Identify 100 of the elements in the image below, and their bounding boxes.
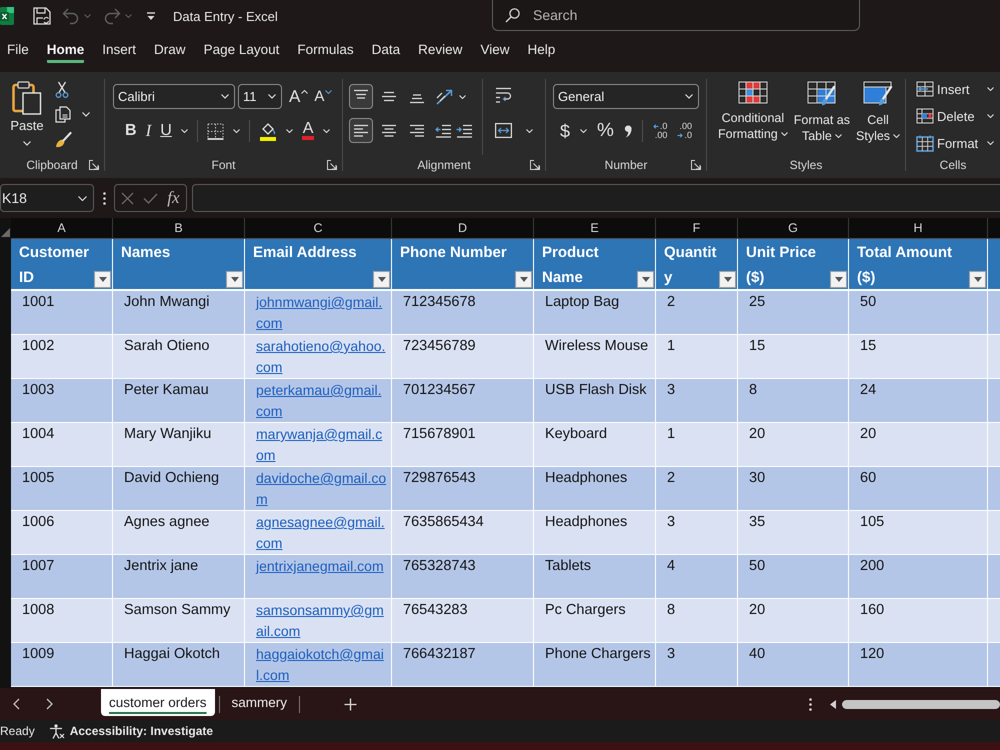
table-brush-icon bbox=[806, 81, 837, 107]
chevron-right-icon[interactable] bbox=[46, 698, 53, 710]
bar-caret-icon[interactable] bbox=[146, 12, 156, 20]
ribbon-tab[interactable]: Home bbox=[46, 39, 84, 63]
conditional-formatting-button[interactable]: Conditional Formatting bbox=[717, 77, 789, 142]
grid-arrow-icon bbox=[916, 81, 934, 97]
corner-arrow-icon[interactable] bbox=[89, 160, 99, 170]
scrollbar-thumb[interactable] bbox=[842, 700, 1000, 708]
decrease-indent-icon[interactable] bbox=[435, 124, 452, 138]
filter-dropdown-button[interactable] bbox=[94, 271, 111, 288]
shrink-font-button[interactable]: A bbox=[314, 88, 332, 106]
font-color-button[interactable]: A bbox=[302, 122, 314, 140]
italic-button[interactable]: I bbox=[146, 122, 152, 140]
corner-arrow-icon[interactable] bbox=[327, 160, 337, 170]
text-lines-icon bbox=[381, 124, 397, 138]
currency-button[interactable]: $ bbox=[560, 122, 570, 140]
vertical-dots-icon[interactable] bbox=[103, 192, 106, 204]
column-header[interactable]: A bbox=[11, 218, 113, 238]
column-title: Customer ID bbox=[19, 243, 90, 288]
caret-icon bbox=[78, 196, 87, 200]
format-as-table-button[interactable]: Format as Table bbox=[792, 77, 852, 144]
column-title: Unit Price ($) bbox=[746, 243, 818, 288]
increase-indent-icon[interactable] bbox=[456, 124, 473, 138]
ribbon-tab[interactable]: File bbox=[7, 39, 29, 63]
filter-dropdown-button[interactable] bbox=[830, 271, 847, 288]
filter-dropdown-button[interactable] bbox=[637, 271, 654, 288]
border-grid-icon[interactable] bbox=[206, 122, 224, 140]
ribbon-tab[interactable]: Data bbox=[372, 39, 400, 63]
ribbon-tab[interactable]: Help bbox=[527, 39, 556, 63]
delete-cells-button[interactable]: Delete bbox=[916, 107, 994, 125]
paint-bucket-icon[interactable] bbox=[258, 121, 277, 141]
font-size-dropdown[interactable]: 11 bbox=[238, 84, 282, 109]
font-name-dropdown[interactable]: Calibri bbox=[113, 84, 235, 109]
corner-arrow-icon[interactable] bbox=[691, 160, 701, 170]
column-title: Phone Number bbox=[400, 243, 508, 263]
filter-dropdown-button[interactable] bbox=[969, 271, 986, 288]
corner-arrow-icon[interactable] bbox=[530, 160, 540, 170]
paintbrush-icon[interactable] bbox=[55, 131, 72, 148]
email-link[interactable]: haggaiokotch@gmail.com bbox=[256, 644, 387, 686]
scissors-icon[interactable] bbox=[55, 81, 69, 98]
filter-dropdown-button[interactable] bbox=[373, 271, 390, 288]
copy-icon[interactable] bbox=[55, 106, 71, 123]
insert-function-button[interactable]: fx bbox=[167, 189, 180, 207]
dropdown-triangle-icon bbox=[230, 277, 238, 282]
cell-styles-button[interactable]: Cell Styles bbox=[855, 77, 902, 144]
filter-dropdown-button[interactable] bbox=[515, 271, 532, 288]
bold-button[interactable]: B bbox=[125, 122, 137, 140]
insert-cells-button[interactable]: Insert bbox=[916, 80, 994, 98]
column-header[interactable]: E bbox=[534, 218, 656, 238]
column-header[interactable]: C bbox=[245, 218, 392, 238]
accessibility-status[interactable]: Accessibility: Investigate bbox=[70, 724, 214, 738]
comma-icon[interactable] bbox=[624, 124, 632, 138]
group-label: Cells bbox=[940, 158, 966, 172]
decrease-decimal-button[interactable]: .00 .0 bbox=[677, 122, 692, 140]
text-lines-icon bbox=[381, 89, 397, 104]
wrap-text-icon[interactable] bbox=[495, 87, 512, 104]
filter-dropdown-button[interactable] bbox=[226, 271, 243, 288]
caret-icon bbox=[834, 134, 842, 138]
chevron-left-icon[interactable] bbox=[13, 698, 20, 710]
dropdown-triangle-icon bbox=[378, 277, 386, 282]
ribbon-tab[interactable]: Formulas bbox=[297, 39, 354, 63]
ribbon-tab[interactable]: Draw bbox=[154, 39, 186, 63]
save-icon[interactable] bbox=[33, 7, 51, 25]
ribbon-tab[interactable]: Page Layout bbox=[204, 39, 280, 63]
increase-decimal-button[interactable]: .0 .00 bbox=[652, 122, 668, 140]
top-align-button[interactable] bbox=[349, 84, 373, 109]
name-box[interactable]: K18 bbox=[0, 184, 94, 212]
caret-icon bbox=[987, 141, 994, 145]
column-header[interactable]: B bbox=[113, 218, 245, 238]
accessibility-person-icon[interactable] bbox=[48, 724, 65, 738]
formula-input-field[interactable] bbox=[192, 184, 1000, 212]
percent-button[interactable]: % bbox=[597, 122, 614, 140]
column-header[interactable]: F bbox=[656, 218, 738, 238]
ribbon-tab[interactable]: View bbox=[480, 39, 510, 63]
sheet-tab[interactable]: customer orders bbox=[101, 689, 215, 716]
triangle-left-icon[interactable] bbox=[830, 700, 836, 708]
paste-button[interactable]: Paste bbox=[10, 77, 44, 155]
grow-font-button[interactable]: A bbox=[289, 88, 308, 106]
vertical-dots-icon[interactable] bbox=[809, 698, 812, 710]
ribbon-tab[interactable]: Review bbox=[418, 39, 462, 63]
plus-icon[interactable] bbox=[344, 698, 358, 710]
align-left-button[interactable] bbox=[349, 118, 373, 143]
sheet-tab[interactable]: sammery bbox=[224, 689, 296, 716]
select-all-icon[interactable] bbox=[1, 228, 10, 237]
format-cells-button[interactable]: Format bbox=[916, 134, 994, 152]
search-field[interactable]: Search bbox=[492, 0, 860, 31]
caret-icon bbox=[325, 90, 332, 94]
filter-dropdown-button[interactable] bbox=[719, 271, 736, 288]
column-header[interactable]: G bbox=[738, 218, 849, 238]
underline-button[interactable]: U bbox=[160, 122, 172, 140]
clipboard-icon bbox=[12, 81, 42, 115]
email-link[interactable]: jentrixjanegmail.com bbox=[256, 556, 387, 577]
diagonal-arrow-icon[interactable] bbox=[435, 88, 455, 106]
column-header[interactable]: H bbox=[849, 218, 988, 238]
ribbon-tab[interactable]: Insert bbox=[102, 39, 136, 63]
number-format-dropdown[interactable]: General bbox=[553, 84, 699, 109]
cell-brush-icon bbox=[863, 81, 894, 107]
grid-frame-icon bbox=[916, 134, 934, 152]
column-header[interactable]: D bbox=[392, 218, 534, 238]
merge-cells-icon[interactable] bbox=[495, 123, 512, 138]
